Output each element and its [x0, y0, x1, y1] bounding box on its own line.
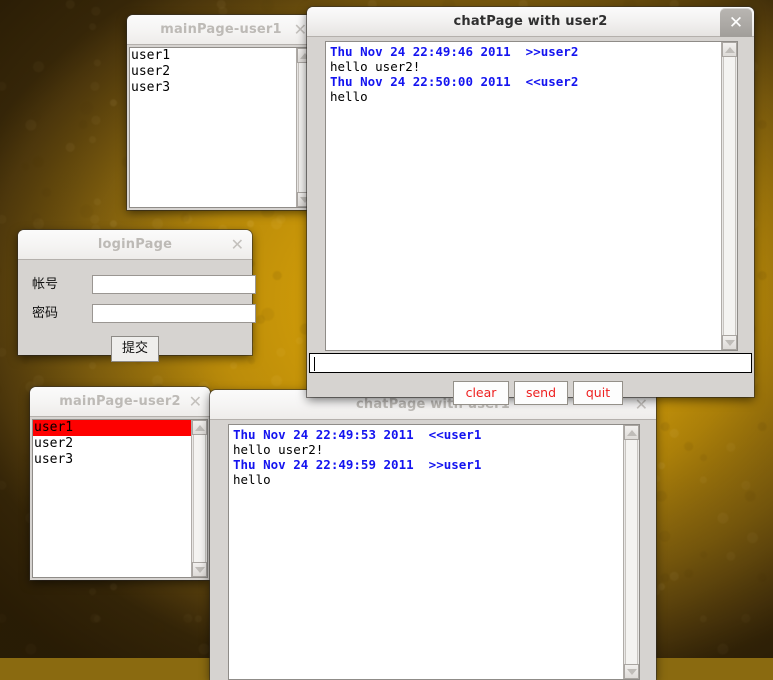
close-icon[interactable]: ✕ — [189, 387, 202, 416]
chat-transcript[interactable]: Thu Nov 24 22:49:53 2011 <<user1 hello u… — [228, 424, 640, 680]
window-title: mainPage-user1 — [160, 22, 282, 37]
window-title: mainPage-user2 — [59, 394, 181, 409]
window-title: loginPage — [97, 237, 173, 252]
chat-line-body: hello user2! — [330, 59, 421, 74]
user-list-items: user1 user2 user3 — [130, 48, 296, 207]
account-row: 帐号 — [32, 275, 256, 295]
password-input[interactable] — [92, 304, 256, 323]
titlebar-loginpage[interactable]: loginPage ✕ — [18, 230, 252, 260]
password-row: 密码 — [32, 304, 256, 324]
list-item[interactable]: user2 — [130, 64, 296, 80]
scrollbar-track[interactable] — [193, 435, 206, 562]
account-label: 帐号 — [32, 277, 59, 292]
scroll-down-arrow-icon[interactable] — [722, 335, 737, 350]
window-chatpage-user1[interactable]: chatPage with user1 ✕ Thu Nov 24 22:49:5… — [210, 390, 656, 680]
close-icon: ✕ — [728, 13, 744, 33]
close-icon[interactable]: ✕ — [231, 230, 244, 259]
list-item[interactable]: user3 — [130, 80, 296, 96]
chat-line-body: hello — [330, 89, 368, 104]
close-icon[interactable]: ✕ — [294, 15, 307, 44]
password-label: 密码 — [32, 306, 59, 321]
user-list[interactable]: user1 user2 user3 — [129, 47, 313, 208]
scroll-down-arrow-icon[interactable] — [192, 562, 207, 577]
send-button[interactable]: send — [514, 381, 568, 405]
window-body: user1 user2 user3 — [30, 417, 210, 580]
titlebar-mainpage-user2[interactable]: mainPage-user2 ✕ — [30, 387, 210, 417]
text-caret — [314, 357, 315, 371]
list-item[interactable]: user1 — [130, 48, 296, 64]
chat-line-meta: Thu Nov 24 22:49:53 2011 <<user1 — [233, 427, 482, 442]
window-loginpage[interactable]: loginPage ✕ 帐号 密码 提交 — [18, 230, 256, 362]
list-item[interactable]: user3 — [33, 452, 191, 468]
account-input[interactable] — [92, 275, 256, 294]
scroll-up-arrow-icon[interactable] — [722, 42, 737, 57]
chat-line-meta: Thu Nov 24 22:49:46 2011 >>user2 — [330, 44, 579, 59]
chat-button-bar: clear send quit — [307, 381, 754, 405]
list-item[interactable]: user2 — [33, 436, 191, 452]
list-item[interactable]: user1 — [33, 420, 191, 436]
user-list[interactable]: user1 user2 user3 — [32, 419, 208, 578]
quit-button[interactable]: quit — [573, 381, 623, 405]
chat-line-meta: Thu Nov 24 22:50:00 2011 <<user2 — [330, 74, 579, 89]
window-body: Thu Nov 24 22:49:46 2011 >>user2 hello u… — [307, 37, 754, 405]
chat-line-meta: Thu Nov 24 22:49:59 2011 >>user1 — [233, 457, 482, 472]
titlebar-mainpage-user1[interactable]: mainPage-user1 ✕ — [127, 15, 315, 45]
clear-button[interactable]: clear — [453, 381, 509, 405]
scroll-up-arrow-icon[interactable] — [192, 420, 207, 435]
window-chatpage-user2[interactable]: chatPage with user2 ✕ Thu Nov 24 22:49:4… — [307, 7, 754, 405]
submit-button[interactable]: 提交 — [111, 336, 159, 362]
titlebar-chatpage-user2[interactable]: chatPage with user2 ✕ — [307, 7, 754, 44]
window-body: 帐号 密码 提交 — [18, 260, 256, 362]
scrollbar-track[interactable] — [625, 440, 638, 664]
window-mainpage-user1[interactable]: mainPage-user1 ✕ user1 user2 user3 — [127, 15, 315, 210]
vertical-scrollbar[interactable] — [623, 425, 639, 679]
window-title: chatPage with user2 — [453, 14, 608, 29]
chat-transcript[interactable]: Thu Nov 24 22:49:46 2011 >>user2 hello u… — [325, 41, 738, 351]
user-list-items: user1 user2 user3 — [33, 420, 191, 577]
chat-transcript-lines: Thu Nov 24 22:49:53 2011 <<user1 hello u… — [229, 425, 623, 679]
vertical-scrollbar[interactable] — [191, 420, 207, 577]
chat-line-body: hello user2! — [233, 442, 324, 457]
scroll-up-arrow-icon[interactable] — [624, 425, 639, 440]
scrollbar-track[interactable] — [723, 57, 736, 335]
window-body: user1 user2 user3 — [127, 45, 315, 210]
scroll-down-arrow-icon[interactable] — [624, 664, 639, 679]
chat-line-body: hello — [233, 472, 271, 487]
window-mainpage-user2[interactable]: mainPage-user2 ✕ user1 user2 user3 — [30, 387, 210, 580]
chat-transcript-lines: Thu Nov 24 22:49:46 2011 >>user2 hello u… — [326, 42, 721, 350]
window-body: Thu Nov 24 22:49:53 2011 <<user1 hello u… — [210, 420, 656, 680]
vertical-scrollbar[interactable] — [721, 42, 737, 350]
message-input[interactable] — [309, 353, 752, 373]
